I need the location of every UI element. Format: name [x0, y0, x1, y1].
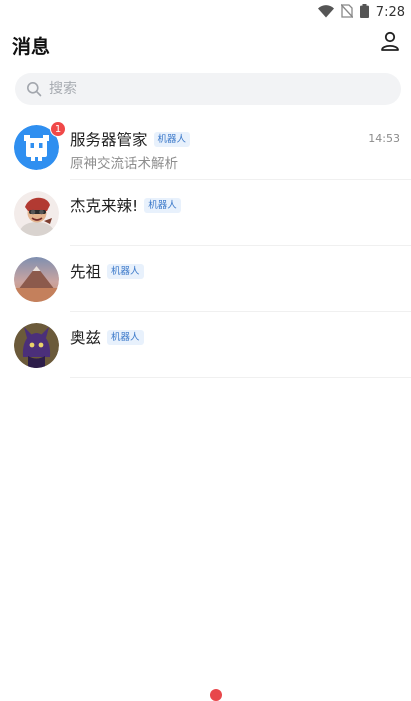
search-icon: [26, 81, 42, 97]
conversation-row[interactable]: 先祖 机器人: [0, 246, 411, 312]
conversation-list: 1 服务器管家 机器人 14:53 原神交流话术解析 杰克来辣! 机器人 先祖 …: [0, 114, 411, 378]
unread-badge: 1: [50, 121, 66, 137]
conversation-row[interactable]: 杰克来辣! 机器人: [0, 180, 411, 246]
wifi-icon: [317, 3, 334, 22]
conversation-name-line: 奥兹 机器人: [70, 326, 144, 348]
mountain-avatar: [14, 257, 59, 302]
notification-dot: [210, 689, 222, 701]
conversation-name: 奥兹: [70, 329, 102, 347]
character-avatar: [14, 191, 59, 236]
status-bar: 7:28: [0, 0, 411, 24]
conversation-preview: 原神交流话术解析: [70, 156, 178, 172]
profile-button[interactable]: [377, 30, 403, 56]
clock-time: 7:28: [375, 5, 405, 20]
creature-avatar: [14, 323, 59, 368]
bot-tag: 机器人: [144, 197, 181, 213]
conversation-name-line: 服务器管家 机器人: [70, 128, 191, 150]
bot-tag: 机器人: [107, 329, 144, 345]
no-sim-icon: [340, 3, 354, 22]
page-title: 消息: [12, 36, 51, 58]
conversation-name-line: 杰克来辣! 机器人: [70, 194, 181, 216]
conversation-name-line: 先祖 机器人: [70, 260, 144, 282]
conversation-name: 杰克来辣!: [70, 197, 139, 215]
search-input[interactable]: [49, 73, 379, 105]
conversation-time: 14:53: [368, 132, 400, 145]
bot-tag: 机器人: [107, 263, 144, 279]
conversation-row[interactable]: 奥兹 机器人: [0, 312, 411, 378]
status-icons: 7:28: [317, 3, 405, 22]
search-bar[interactable]: [15, 73, 401, 105]
bot-tag: 机器人: [153, 131, 191, 147]
conversation-row[interactable]: 1 服务器管家 机器人 14:53 原神交流话术解析: [0, 114, 411, 180]
battery-icon: [359, 3, 369, 22]
conversation-name: 服务器管家: [70, 131, 148, 149]
conversation-name: 先祖: [70, 263, 102, 281]
row-divider: [70, 377, 411, 378]
user-icon: [380, 31, 400, 55]
app-header: 消息: [0, 26, 411, 62]
